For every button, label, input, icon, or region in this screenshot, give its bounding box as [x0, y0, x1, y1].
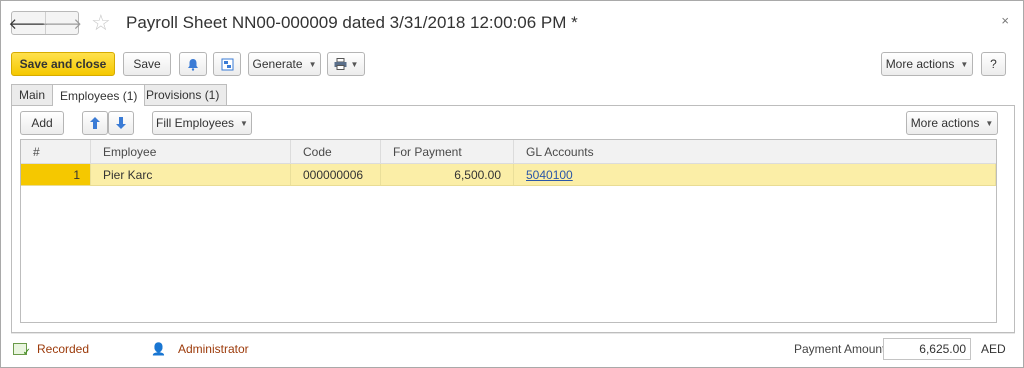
tab-provisions[interactable]: Provisions (1): [138, 84, 228, 105]
arrow-down-icon: [116, 117, 126, 129]
chevron-down-icon: ▼: [240, 118, 248, 128]
back-button[interactable]: 🡐: [8, 12, 48, 34]
save-button[interactable]: Save: [123, 52, 171, 76]
fill-employees-label: Fill Employees: [156, 116, 235, 130]
currency-label: AED: [981, 342, 1006, 356]
more-actions-label: More actions: [885, 57, 955, 71]
structure-button[interactable]: [213, 52, 241, 76]
employee-cell[interactable]: Pier Karc: [91, 164, 291, 185]
tab-employees[interactable]: Employees (1): [52, 84, 146, 106]
save-and-close-button[interactable]: Save and close: [11, 52, 115, 76]
footer-divider: [11, 333, 1015, 334]
chevron-down-icon: ▼: [960, 59, 969, 69]
employees-table: # Employee Code For Payment GL Accounts …: [20, 139, 997, 323]
more-actions-button[interactable]: More actions ▼: [881, 52, 973, 76]
generate-button[interactable]: Generate ▼: [248, 52, 321, 76]
author-text: Administrator: [177, 342, 249, 356]
table-header: # Employee Code For Payment GL Accounts: [21, 140, 996, 164]
add-button[interactable]: Add: [20, 111, 64, 135]
column-header-employee[interactable]: Employee: [91, 140, 291, 163]
navigation-buttons: 🡐 🡒: [8, 11, 82, 35]
chevron-down-icon: ▼: [985, 118, 994, 128]
generate-label: Generate: [252, 57, 303, 71]
print-button[interactable]: ▼: [327, 52, 365, 76]
table-row[interactable]: 1 Pier Karc 000000006 6,500.00 5040100: [21, 164, 996, 186]
favorite-star-icon[interactable]: ☆: [91, 11, 111, 35]
document-posted-icon: [13, 343, 31, 358]
user-icon: 👤: [151, 342, 166, 356]
gl-account-link[interactable]: 5040100: [526, 168, 573, 182]
column-header-code[interactable]: Code: [291, 140, 381, 163]
bell-icon: [188, 58, 198, 71]
printer-icon: [334, 58, 347, 70]
document-structure-icon: [221, 58, 233, 70]
grid-more-actions-label: More actions: [910, 116, 980, 130]
status-text: Recorded: [37, 342, 90, 356]
payment-amount-field[interactable]: 6,625.00: [883, 338, 971, 360]
document-author: 👤 Administrator: [151, 342, 249, 356]
chevron-down-icon: ▼: [350, 59, 359, 69]
tab-main[interactable]: Main: [11, 84, 54, 105]
row-number-cell[interactable]: 1: [21, 164, 91, 185]
gl-accounts-cell[interactable]: 5040100: [514, 164, 996, 185]
payroll-sheet-window: 🡐 🡒 ☆ Payroll Sheet NN00-000009 dated 3/…: [0, 0, 1024, 368]
column-header-for-payment[interactable]: For Payment: [381, 140, 514, 163]
fill-employees-button[interactable]: Fill Employees ▼: [152, 111, 252, 135]
chevron-down-icon: ▼: [308, 59, 317, 69]
grid-more-actions-button[interactable]: More actions ▼: [906, 111, 998, 135]
column-header-number[interactable]: #: [21, 140, 91, 163]
page-title: Payroll Sheet NN00-000009 dated 3/31/201…: [126, 13, 578, 32]
for-payment-cell[interactable]: 6,500.00: [381, 164, 514, 185]
move-down-button[interactable]: [108, 111, 134, 135]
forward-button[interactable]: 🡒: [42, 12, 82, 34]
code-cell[interactable]: 000000006: [291, 164, 381, 185]
close-icon[interactable]: ×: [1001, 13, 1009, 28]
arrow-up-icon: [90, 117, 100, 129]
payment-amount-label: Payment Amount:: [794, 342, 889, 356]
reminder-button[interactable]: [179, 52, 207, 76]
help-button[interactable]: ?: [981, 52, 1006, 76]
column-header-gl-accounts[interactable]: GL Accounts: [514, 140, 996, 163]
arrow-right-icon: 🡒: [41, 15, 83, 33]
move-up-button[interactable]: [82, 111, 108, 135]
document-status: Recorded: [13, 342, 90, 358]
